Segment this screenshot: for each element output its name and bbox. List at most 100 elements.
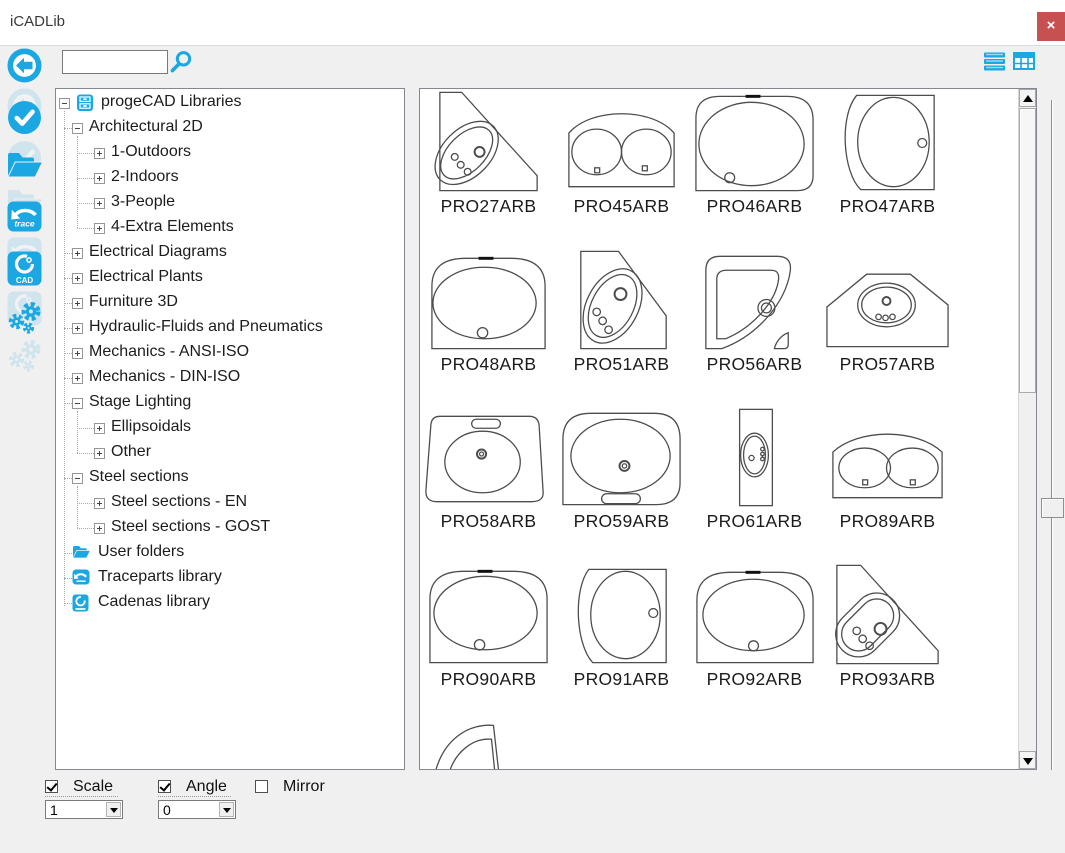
expand-box-icon[interactable] xyxy=(94,148,105,159)
tree-item-label[interactable]: progeCAD Libraries xyxy=(101,93,242,111)
block-thumbnail-pro56arb[interactable]: PRO56ARB xyxy=(688,248,821,406)
expand-box-icon[interactable] xyxy=(94,173,105,184)
blocks-scrollbar[interactable] xyxy=(1018,89,1036,769)
tree-item-label[interactable]: 2-Indoors xyxy=(111,168,179,186)
block-thumbnail-pro90arb[interactable]: PRO90ARB xyxy=(422,563,555,721)
tree-item-user-folders[interactable]: User folders xyxy=(56,541,404,566)
expand-box-icon[interactable] xyxy=(72,323,83,334)
block-thumbnail-partial[interactable] xyxy=(422,720,555,769)
tree-item-ellipsoidals[interactable]: Ellipsoidals xyxy=(56,416,404,441)
search-input[interactable] xyxy=(62,50,168,74)
expand-box-icon[interactable] xyxy=(72,373,83,384)
expand-box-icon[interactable] xyxy=(72,348,83,359)
tree-item-cadenas-library[interactable]: Cadenas library xyxy=(56,591,404,616)
block-thumbnail-pro92arb[interactable]: PRO92ARB xyxy=(688,563,821,721)
tree-item-traceparts-library[interactable]: Traceparts library xyxy=(56,566,404,591)
tree-item-stage-lighting[interactable]: Stage Lighting xyxy=(56,391,404,416)
tree-item-label[interactable]: Architectural 2D xyxy=(89,118,203,136)
block-thumbnail-pro57arb[interactable]: PRO57ARB xyxy=(821,248,954,406)
expand-box-icon[interactable] xyxy=(94,423,105,434)
thumbnail-size-slider-track[interactable] xyxy=(1051,100,1053,770)
block-thumbnail-pro51arb[interactable]: PRO51ARB xyxy=(555,248,688,406)
tree-item-hydraulic-fluids-and-pneumatics[interactable]: Hydraulic-Fluids and Pneumatics xyxy=(56,316,404,341)
block-thumbnail-pro89arb[interactable]: PRO89ARB xyxy=(821,405,954,563)
settings-button[interactable] xyxy=(4,301,44,377)
block-thumbnail-pro58arb[interactable]: PRO58ARB xyxy=(422,405,555,563)
double-basin-low-drawing xyxy=(832,433,943,499)
tree-item-label[interactable]: Stage Lighting xyxy=(89,393,191,411)
scale-dropdown-arrow[interactable] xyxy=(106,802,121,817)
scale-dropdown[interactable]: 1 xyxy=(45,800,123,819)
tree-item-electrical-diagrams[interactable]: Electrical Diagrams xyxy=(56,241,404,266)
tree-item-3-people[interactable]: 3-People xyxy=(56,191,404,216)
block-thumbnail-pro59arb[interactable]: PRO59ARB xyxy=(555,405,688,563)
tree-item-label[interactable]: Mechanics - DIN-ISO xyxy=(89,368,240,386)
scroll-down-button[interactable] xyxy=(1019,751,1036,769)
expand-box-icon[interactable] xyxy=(94,498,105,509)
tree-item-label[interactable]: Mechanics - ANSI-ISO xyxy=(89,343,249,361)
expand-box-icon[interactable] xyxy=(72,273,83,284)
list-view-icon[interactable] xyxy=(984,52,1006,72)
thumbnails-view-icon[interactable] xyxy=(1013,52,1035,72)
tree-item-label[interactable]: User folders xyxy=(98,543,184,561)
tree-item-label[interactable]: Traceparts library xyxy=(98,568,222,586)
block-thumbnail-pro45arb[interactable]: PRO45ARB xyxy=(555,90,688,248)
tree-item-4-extra-elements[interactable]: 4-Extra Elements xyxy=(56,216,404,241)
scale-checkbox[interactable] xyxy=(45,780,58,793)
tree-item-label[interactable]: Cadenas library xyxy=(98,593,210,611)
block-thumbnail-pro61arb[interactable]: PRO61ARB xyxy=(688,405,821,563)
tree-item-steel-sections-en[interactable]: Steel sections - EN xyxy=(56,491,404,516)
tree-item-label[interactable]: Hydraulic-Fluids and Pneumatics xyxy=(89,318,323,336)
tree-item-label[interactable]: Steel sections - EN xyxy=(111,493,247,511)
tree-item-architectural-2d[interactable]: Architectural 2D xyxy=(56,116,404,141)
angle-checkbox[interactable] xyxy=(158,780,171,793)
tree-item-other[interactable]: Other xyxy=(56,441,404,466)
scrollbar-thumb[interactable] xyxy=(1019,108,1036,393)
expand-box-icon[interactable] xyxy=(94,448,105,459)
mirror-label: Mirror xyxy=(283,778,325,795)
block-thumbnail-pro27arb[interactable]: PRO27ARB xyxy=(422,90,555,248)
scroll-up-button[interactable] xyxy=(1019,89,1036,107)
expand-box-icon[interactable] xyxy=(72,248,83,259)
tree-item-label[interactable]: Steel sections - GOST xyxy=(111,518,270,536)
search-icon[interactable] xyxy=(169,50,193,74)
tree-item-label[interactable]: Steel sections xyxy=(89,468,189,486)
tree-item-label[interactable]: 3-People xyxy=(111,193,175,211)
tree-item-label[interactable]: Ellipsoidals xyxy=(111,418,191,436)
expand-box-icon[interactable] xyxy=(94,223,105,234)
tree-item-1-outdoors[interactable]: 1-Outdoors xyxy=(56,141,404,166)
block-thumbnail-pro91arb[interactable]: PRO91ARB xyxy=(555,563,688,721)
tree-item-label[interactable]: Furniture 3D xyxy=(89,293,178,311)
angle-dropdown[interactable]: 0 xyxy=(158,800,236,819)
tree-item-mechanics-ansi-iso[interactable]: Mechanics - ANSI-ISO xyxy=(56,341,404,366)
collapse-box-icon[interactable] xyxy=(72,123,83,134)
tree-item-mechanics-din-iso[interactable]: Mechanics - DIN-ISO xyxy=(56,366,404,391)
tree-item-steel-sections[interactable]: Steel sections xyxy=(56,466,404,491)
tree-item-electrical-plants[interactable]: Electrical Plants xyxy=(56,266,404,291)
thumbnail-size-slider-thumb[interactable] xyxy=(1041,498,1064,518)
block-thumbnail-pro46arb[interactable]: PRO46ARB xyxy=(688,90,821,248)
tree-item-furniture-3d[interactable]: Furniture 3D xyxy=(56,291,404,316)
collapse-box-icon[interactable] xyxy=(59,98,70,109)
mirror-checkbox[interactable] xyxy=(255,780,268,793)
block-thumbnail-pro93arb[interactable]: PRO93ARB xyxy=(821,563,954,721)
block-thumbnail-pro47arb[interactable]: PRO47ARB xyxy=(821,90,954,248)
collapse-box-icon[interactable] xyxy=(72,473,83,484)
tree-item-steel-sections-gost[interactable]: Steel sections - GOST xyxy=(56,516,404,541)
block-thumbnail-pro48arb[interactable]: PRO48ARB xyxy=(422,248,555,406)
expand-box-icon[interactable] xyxy=(94,523,105,534)
angle-dropdown-arrow[interactable] xyxy=(219,802,234,817)
block-label: PRO47ARB xyxy=(839,196,936,216)
expand-box-icon[interactable] xyxy=(72,298,83,309)
block-label: PRO91ARB xyxy=(573,668,670,689)
close-button[interactable]: × xyxy=(1037,12,1065,41)
tree-item-label[interactable]: Electrical Diagrams xyxy=(89,243,227,261)
tree-item-2-indoors[interactable]: 2-Indoors xyxy=(56,166,404,191)
tree-item-label[interactable]: 1-Outdoors xyxy=(111,143,191,161)
tree-item-label[interactable]: 4-Extra Elements xyxy=(111,218,234,236)
tree-item-label[interactable]: Other xyxy=(111,443,151,461)
tree-item-label[interactable]: Electrical Plants xyxy=(89,268,203,286)
collapse-box-icon[interactable] xyxy=(72,398,83,409)
expand-box-icon[interactable] xyxy=(94,198,105,209)
tree-item-progecad-libraries[interactable]: progeCAD Libraries xyxy=(56,91,404,116)
